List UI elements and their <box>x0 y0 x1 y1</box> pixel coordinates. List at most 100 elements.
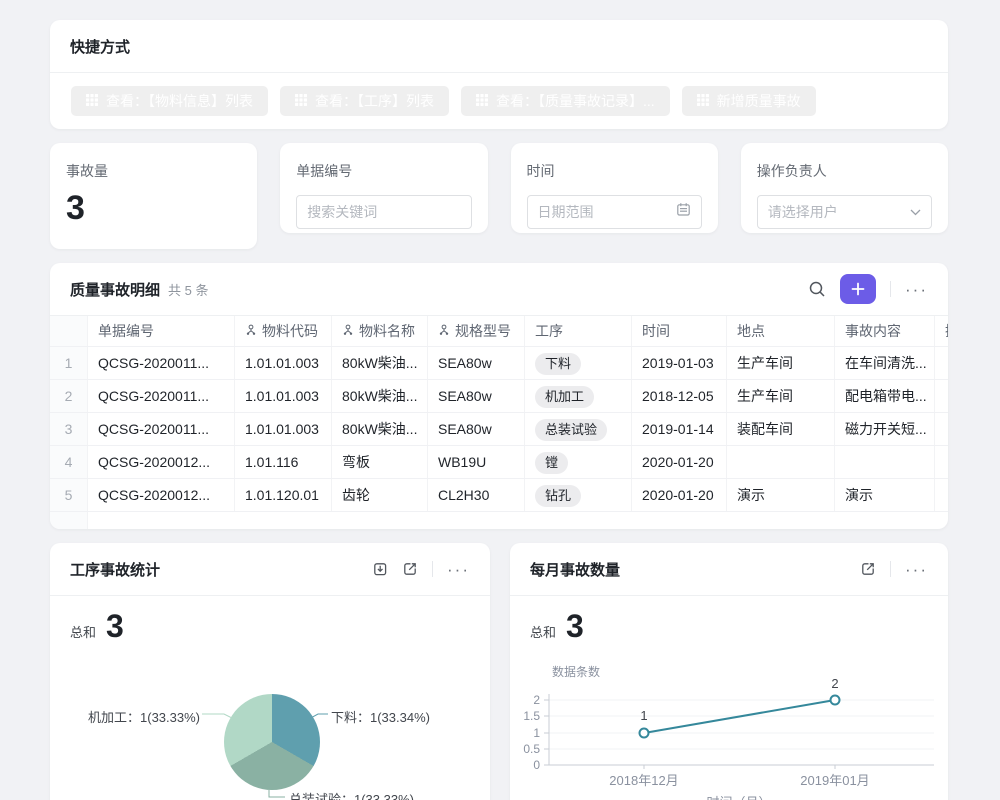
table-row[interactable]: 2 QCSG-2020011... 1.01.01.003 80kW柴油... … <box>50 380 948 413</box>
doc-no-label: 单据编号 <box>296 161 471 181</box>
shortcut-button-new-accident[interactable]: 新增质量事故 <box>681 85 817 117</box>
operator-filter-card: 操作负责人 请选择用户 <box>741 143 948 233</box>
shortcut-button-label: 新增质量事故 <box>717 91 801 111</box>
pie-card-header: 工序事故统计 ··· <box>50 543 490 595</box>
process-tag: 下料 <box>535 353 581 375</box>
row-number: 3 <box>50 413 88 445</box>
metric-label: 事故量 <box>66 161 241 181</box>
accident-table: 单据编号 物料代码 物料名称 规格型号 工序 时间 地点 事故内容 操作负责人 … <box>50 316 948 529</box>
series-line <box>644 700 835 733</box>
cell-place <box>727 446 835 478</box>
table-row-partial <box>50 512 948 529</box>
more-icon[interactable]: ··· <box>905 561 928 578</box>
row-number: 2 <box>50 380 88 412</box>
cell-time: 2020-01-20 <box>632 446 727 478</box>
column-header-place: 地点 <box>727 316 835 346</box>
cell-spec: SEA80w <box>428 380 525 412</box>
cell-spec: SEA80w <box>428 413 525 445</box>
line-card-header: 每月事故数量 ··· <box>510 543 948 595</box>
filter-row: 事故量 3 单据编号 搜索关键词 时间 日期范围 操作负责人 请选择用户 <box>50 143 948 249</box>
grid-icon <box>86 93 98 109</box>
cell-place: 演示 <box>727 479 835 511</box>
doc-no-placeholder: 搜索关键词 <box>307 202 377 222</box>
process-tag: 镗 <box>535 452 568 474</box>
table-card-header: 质量事故明细 共 5 条 ··· <box>50 263 948 315</box>
linked-field-icon <box>438 316 450 346</box>
time-label: 时间 <box>527 161 702 181</box>
cell-operator <box>935 380 948 412</box>
pie-chart[interactable] <box>224 694 320 790</box>
shortcut-button-label: 查看：【质量事故记录】... <box>496 91 655 111</box>
date-range-placeholder: 日期范围 <box>538 202 594 222</box>
data-point <box>640 729 649 738</box>
y-tick: 1.5 <box>523 709 540 723</box>
shortcuts-title: 快捷方式 <box>70 36 130 57</box>
table-row[interactable]: 4 QCSG-2020012... 1.01.116 弯板 WB19U 镗 20… <box>50 446 948 479</box>
divider <box>432 561 433 577</box>
download-icon[interactable] <box>372 561 388 577</box>
shortcuts-header: 快捷方式 <box>50 20 948 72</box>
column-header-process: 工序 <box>525 316 632 346</box>
cell-time: 2019-01-03 <box>632 347 727 379</box>
cell-operator <box>935 413 948 445</box>
process-stats-card: 工序事故统计 ··· 总和 3 <box>50 543 490 800</box>
cell-place: 生产车间 <box>727 380 835 412</box>
cell-time: 2018-12-05 <box>632 380 727 412</box>
grid-icon <box>697 93 709 109</box>
more-icon[interactable]: ··· <box>905 281 928 298</box>
expand-icon[interactable] <box>860 561 876 577</box>
cell-spec: SEA80w <box>428 347 525 379</box>
shortcut-button-process-list[interactable]: 查看：【工序】列表 <box>279 85 450 117</box>
cell-material-name: 齿轮 <box>332 479 428 511</box>
cell-operator <box>935 446 948 478</box>
process-tag: 机加工 <box>535 386 594 408</box>
operator-select[interactable]: 请选择用户 <box>757 195 932 229</box>
more-icon[interactable]: ··· <box>447 561 470 578</box>
x-tick: 2019年01月 <box>800 773 869 788</box>
operator-placeholder: 请选择用户 <box>768 202 838 222</box>
shortcut-button-quality-records[interactable]: 查看：【质量事故记录】... <box>460 85 671 117</box>
cell-material-code: 1.01.116 <box>235 446 332 478</box>
pie-card-title: 工序事故统计 <box>70 559 160 580</box>
record-count: 共 5 条 <box>168 280 208 299</box>
expand-icon[interactable] <box>402 561 418 577</box>
column-header-material-name: 物料名称 <box>332 316 428 346</box>
y-tick: 0 <box>533 758 540 772</box>
line-chart-area: 总和 3 数据条数 <box>510 596 948 800</box>
doc-no-search-input[interactable]: 搜索关键词 <box>296 195 471 229</box>
process-tag: 总装试验 <box>535 419 607 441</box>
data-point <box>831 696 840 705</box>
shortcut-button-label: 查看：【工序】列表 <box>315 91 434 111</box>
cell-content: 磁力开关短... <box>835 413 935 445</box>
pie-label-assembly-test: 总装试验：1(33.33%) <box>289 789 414 800</box>
cell-spec: WB19U <box>428 446 525 478</box>
cell-doc-no: QCSG-2020011... <box>88 347 235 379</box>
y-axis-title: 数据条数 <box>552 664 600 679</box>
grid-icon <box>476 93 488 109</box>
shortcut-button-material-list[interactable]: 查看：【物料信息】列表 <box>70 85 269 117</box>
line-card-title: 每月事故数量 <box>530 559 620 580</box>
cell-process: 下料 <box>525 347 632 379</box>
shortcuts-card: 快捷方式 查看：【物料信息】列表 查看：【工序】列表 查看：【质量事故记录】..… <box>50 20 948 129</box>
cell-material-code: 1.01.01.003 <box>235 347 332 379</box>
y-tick: 2 <box>533 693 540 707</box>
column-header-doc-no: 单据编号 <box>88 316 235 346</box>
row-number: 4 <box>50 446 88 478</box>
table-header-row: 单据编号 物料代码 物料名称 规格型号 工序 时间 地点 事故内容 操作负责人 <box>50 316 948 347</box>
date-range-input[interactable]: 日期范围 <box>527 195 702 229</box>
add-record-button[interactable] <box>840 274 876 304</box>
table-row[interactable]: 5 QCSG-2020012... 1.01.120.01 齿轮 CL2H30 … <box>50 479 948 512</box>
cell-material-name: 80kW柴油... <box>332 413 428 445</box>
x-axis-title: 时间（月） <box>706 795 771 800</box>
pie-total: 总和 3 <box>70 610 124 642</box>
table-row[interactable]: 1 QCSG-2020011... 1.01.01.003 80kW柴油... … <box>50 347 948 380</box>
cell-material-name: 80kW柴油... <box>332 347 428 379</box>
cell-material-name: 80kW柴油... <box>332 380 428 412</box>
cell-process: 钻孔 <box>525 479 632 511</box>
table-row[interactable]: 3 QCSG-2020011... 1.01.01.003 80kW柴油... … <box>50 413 948 446</box>
row-number: 5 <box>50 479 88 511</box>
search-icon[interactable] <box>808 280 826 298</box>
cell-operator <box>935 479 948 511</box>
dashboard-page: 快捷方式 查看：【物料信息】列表 查看：【工序】列表 查看：【质量事故记录】..… <box>0 0 1000 800</box>
table-title: 质量事故明细 <box>70 279 160 300</box>
